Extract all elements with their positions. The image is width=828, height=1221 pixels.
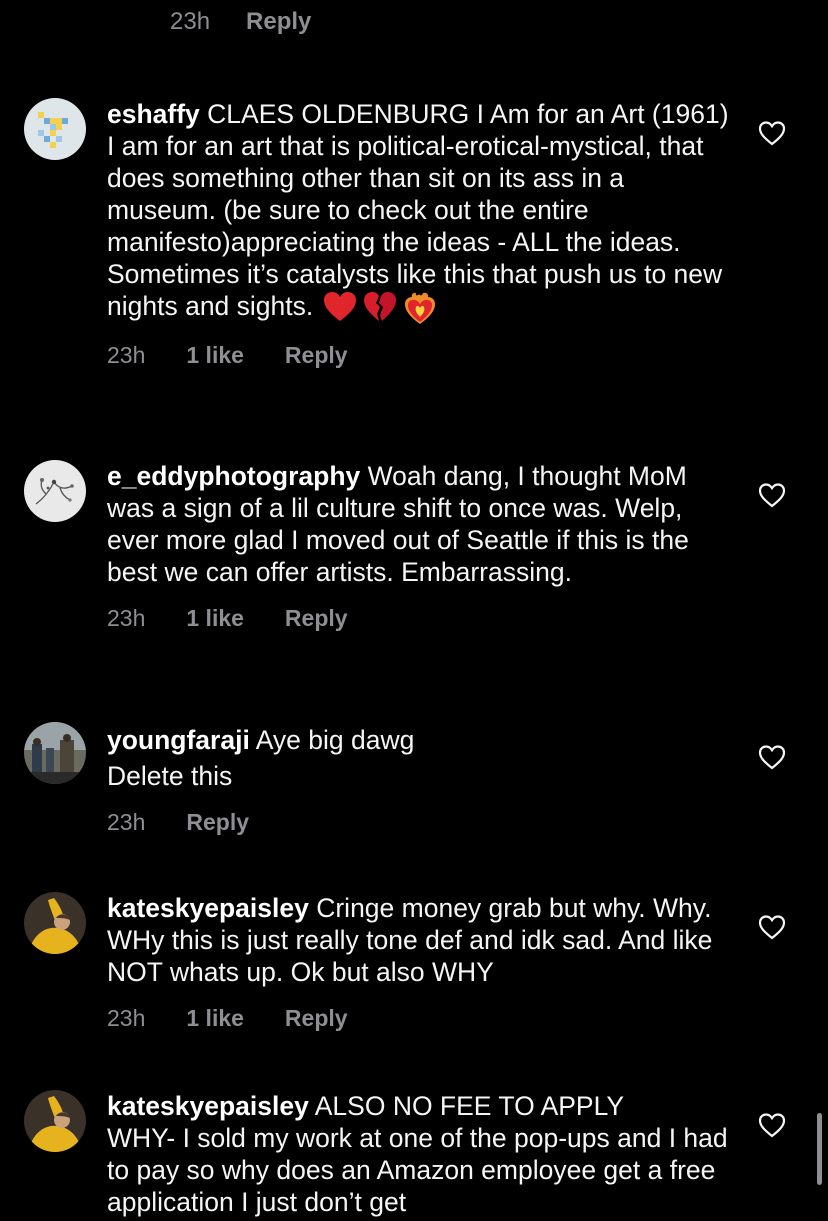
comment-message: CLAES OLDENBURG I Am for an Art (1961) I… xyxy=(107,99,729,321)
like-heart-icon[interactable] xyxy=(758,744,786,770)
avatar[interactable] xyxy=(24,892,86,954)
comment-text: youngfaraji Aye big dawg Delete this xyxy=(107,722,737,794)
reply-button[interactable]: Reply xyxy=(285,602,348,634)
comment-text: kateskyepaisley ALSO NO FEE TO APPLY WHY… xyxy=(107,1090,737,1218)
avatar[interactable] xyxy=(24,460,86,522)
reply-button[interactable]: Reply xyxy=(186,806,249,838)
likes-count[interactable]: 1 like xyxy=(186,602,244,634)
reply-button[interactable]: Reply xyxy=(285,339,348,371)
comment-username[interactable]: kateskyepaisley xyxy=(107,893,309,923)
comment-text: e_eddyphotography Woah dang, I thought M… xyxy=(107,460,737,588)
comment-time: 23h xyxy=(107,1005,146,1031)
comment-text: kateskyepaisley Cringe money grab but wh… xyxy=(107,892,737,988)
comment-text: eshaffy CLAES OLDENBURG I Am for an Art … xyxy=(107,98,737,325)
comments-screen: 23h Reply eshaffy CLAES OLDENBURG I Am f… xyxy=(0,0,828,1221)
likes-count[interactable]: 1 like xyxy=(186,339,244,371)
comment-time: 23h xyxy=(170,8,211,35)
like-heart-icon[interactable] xyxy=(758,914,786,940)
comment-body: kateskyepaisley Cringe money grab but wh… xyxy=(107,892,737,1034)
comment-username[interactable]: e_eddyphotography xyxy=(107,461,360,491)
avatar[interactable] xyxy=(24,1090,86,1152)
comment-time: 23h xyxy=(107,342,146,368)
heart-on-fire-emoji xyxy=(405,292,436,324)
like-heart-icon[interactable] xyxy=(758,482,786,508)
comment-meta: 23h 1 like Reply xyxy=(107,602,737,634)
avatar[interactable] xyxy=(24,722,86,784)
avatar[interactable] xyxy=(24,98,86,160)
previous-comment-meta: 23h Reply xyxy=(170,8,311,36)
like-heart-icon[interactable] xyxy=(758,1112,786,1138)
comment-username[interactable]: kateskyepaisley xyxy=(107,1091,309,1121)
reply-button[interactable]: Reply xyxy=(285,1002,348,1034)
comment-body: youngfaraji Aye big dawg Delete this 23h… xyxy=(107,722,737,838)
comment-body: kateskyepaisley ALSO NO FEE TO APPLY WHY… xyxy=(107,1090,737,1218)
comment-time: 23h xyxy=(107,809,146,835)
comment-username[interactable]: youngfaraji xyxy=(107,725,250,755)
reply-button[interactable]: Reply xyxy=(246,8,311,36)
comment-meta: 23h 1 like Reply xyxy=(107,339,737,371)
emoji-group xyxy=(323,291,437,325)
broken-heart-emoji xyxy=(364,292,397,321)
likes-count[interactable]: 1 like xyxy=(186,1002,244,1034)
red-heart-emoji xyxy=(324,292,357,321)
comment-username[interactable]: eshaffy xyxy=(107,99,200,129)
scrollbar[interactable] xyxy=(817,1113,822,1185)
like-heart-icon[interactable] xyxy=(758,120,786,146)
comment-time: 23h xyxy=(107,605,146,631)
comment-meta: 23h Reply xyxy=(107,806,737,838)
comment-body: e_eddyphotography Woah dang, I thought M… xyxy=(107,460,737,634)
comment-meta: 23h 1 like Reply xyxy=(107,1002,737,1034)
comment-body: eshaffy CLAES OLDENBURG I Am for an Art … xyxy=(107,98,737,371)
